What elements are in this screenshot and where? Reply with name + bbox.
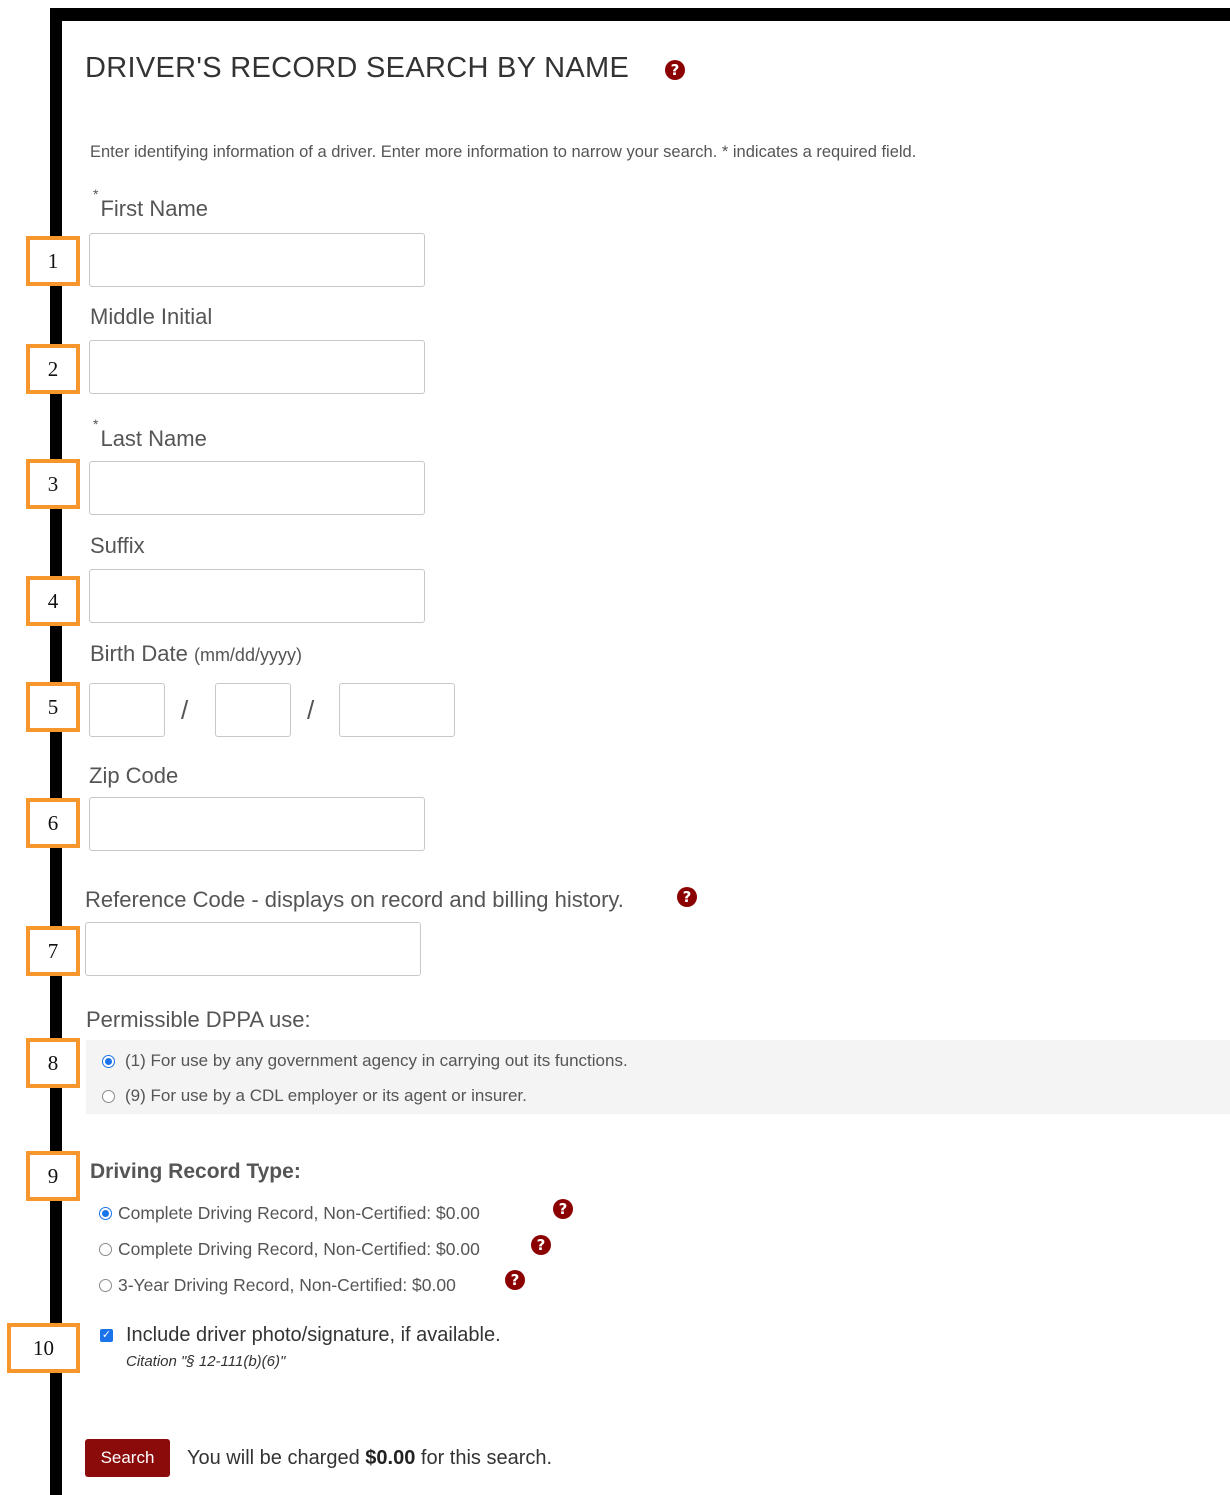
middle-initial-label: Middle Initial	[90, 304, 213, 329]
dppa-option-9[interactable]: (9) For use by a CDL employer or its age…	[102, 1086, 527, 1106]
birth-day-input[interactable]	[215, 683, 291, 737]
first-name-input[interactable]	[89, 233, 425, 287]
charge-amount: $0.00	[365, 1447, 416, 1469]
photo-checkbox[interactable]: ✓	[100, 1329, 113, 1342]
zip-code-input[interactable]	[89, 797, 425, 851]
marker-9: 9	[26, 1151, 80, 1201]
marker-4: 4	[26, 576, 80, 626]
instructions-text: Enter identifying information of a drive…	[90, 143, 917, 161]
marker-8: 8	[26, 1038, 80, 1088]
help-icon[interactable]: ?	[677, 887, 697, 907]
required-mark: *	[93, 416, 99, 432]
last-name-input[interactable]	[89, 461, 425, 515]
birth-date-label: Birth Date (mm/dd/yyyy)	[90, 641, 302, 666]
zip-code-label: Zip Code	[89, 763, 179, 788]
birth-year-input[interactable]	[339, 683, 455, 737]
help-icon[interactable]: ?	[531, 1235, 551, 1255]
marker-5: 5	[26, 682, 80, 732]
search-button[interactable]: Search	[85, 1439, 170, 1477]
record-type-option-complete-1[interactable]: Complete Driving Record, Non-Certified: …	[99, 1203, 480, 1224]
record-type-option-complete-2[interactable]: Complete Driving Record, Non-Certified: …	[99, 1239, 480, 1260]
first-name-label: *First Name	[93, 186, 209, 221]
photo-label[interactable]: Include driver photo/signature, if avail…	[126, 1324, 501, 1347]
marker-6: 6	[26, 798, 80, 848]
radio-selected-icon[interactable]	[102, 1054, 115, 1068]
date-separator: /	[307, 695, 315, 725]
marker-10: 10	[7, 1323, 80, 1373]
help-icon[interactable]: ?	[553, 1199, 573, 1219]
last-name-label: *Last Name	[93, 416, 207, 451]
birth-date-hint: (mm/dd/yyyy)	[193, 645, 302, 665]
marker-2: 2	[26, 344, 80, 394]
charge-notice: You will be charged $0.00 for this searc…	[187, 1447, 553, 1469]
record-type-label: Driving Record Type:	[90, 1160, 301, 1183]
marker-7: 7	[26, 926, 80, 976]
frame-top-border	[50, 8, 1230, 21]
radio-selected-icon[interactable]	[99, 1207, 112, 1220]
radio-unselected-icon[interactable]	[102, 1089, 115, 1103]
dppa-label: Permissible DPPA use:	[86, 1007, 311, 1032]
date-separator: /	[181, 695, 189, 725]
marker-1: 1	[26, 236, 80, 286]
suffix-input[interactable]	[89, 569, 425, 623]
photo-citation: Citation "§ 12-111(b)(6)"	[126, 1353, 286, 1370]
radio-unselected-icon[interactable]	[99, 1243, 112, 1256]
dppa-option-1[interactable]: (1) For use by any government agency in …	[102, 1051, 628, 1071]
record-type-option-3-year[interactable]: 3-Year Driving Record, Non-Certified: $0…	[99, 1275, 456, 1296]
frame-left-border	[50, 8, 62, 1495]
radio-unselected-icon[interactable]	[99, 1279, 112, 1292]
help-icon[interactable]: ?	[665, 60, 685, 80]
reference-code-input[interactable]	[85, 922, 421, 976]
reference-code-label: Reference Code - displays on record and …	[85, 887, 624, 912]
marker-3: 3	[26, 459, 80, 509]
suffix-label: Suffix	[90, 533, 145, 558]
birth-month-input[interactable]	[89, 683, 165, 737]
required-mark: *	[93, 186, 99, 202]
page-title: DRIVER'S RECORD SEARCH BY NAME	[85, 52, 630, 84]
middle-initial-input[interactable]	[89, 340, 425, 394]
help-icon[interactable]: ?	[505, 1270, 525, 1290]
